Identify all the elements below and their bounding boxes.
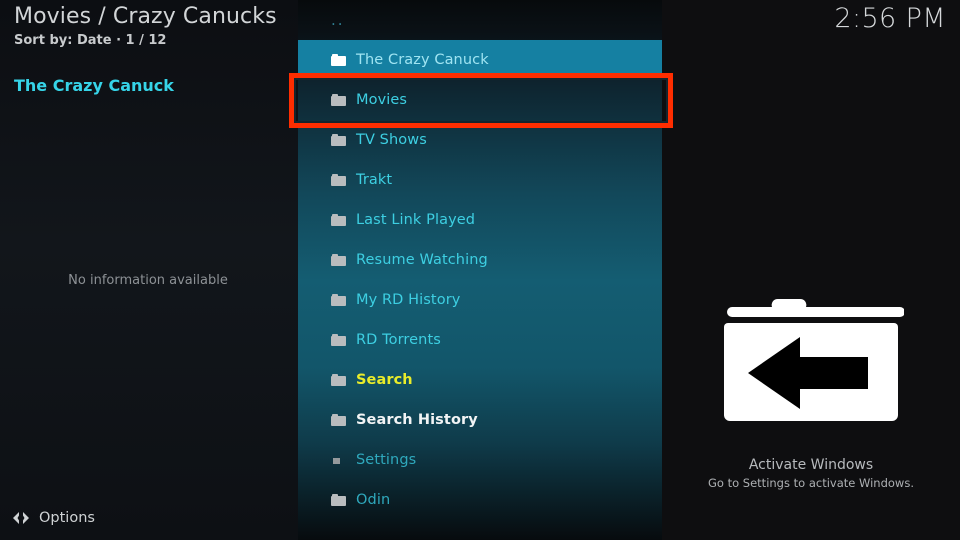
list-item-trakt[interactable]: Trakt [298,160,662,200]
file-list-panel[interactable]: .. The Crazy Canuck Movies TV Shows Trakt La… [298,0,662,540]
list-item-my-rd-history[interactable]: My RD History [298,280,662,320]
options-label: Options [39,510,95,526]
left-right-arrow-icon [12,509,30,527]
list-item-label: Odin [356,492,391,508]
watermark-title: Activate Windows [748,457,874,473]
options-button[interactable]: Options [12,508,95,528]
list-item-label: Trakt [356,172,393,188]
list-item-label: Search History [356,412,478,428]
breadcrumb-header: Movies / Crazy Canucks Sort by: Date · 1… [14,3,277,49]
list-item-odin[interactable]: Odin [298,480,662,520]
folder-icon [331,294,346,306]
list-item-label: Last Link Played [356,212,476,228]
list-item-label: Settings [356,452,417,468]
list-item-search[interactable]: Search [298,360,662,400]
folder-back-icon [718,285,904,425]
folder-icon [331,334,346,346]
list-item-label: TV Shows [356,132,427,148]
folder-icon [331,134,346,146]
clock: 2:56 PM [834,3,946,34]
folder-icon [331,214,346,226]
list-item-label: Search [356,372,413,388]
kodi-file-browser-screen: Movies / Crazy Canucks Sort by: Date · 1… [0,0,960,540]
folder-icon [331,414,346,426]
list-item-resume-watching[interactable]: Resume Watching [298,240,662,280]
selected-item-title: The Crazy Canuck [14,76,174,95]
list-item-tv-shows[interactable]: TV Shows [298,120,662,160]
folder-icon [331,374,346,386]
list-item-label: Movies [356,92,408,108]
no-information-text: No information available [68,273,228,288]
list-item-label: My RD History [356,292,461,308]
file-list: .. The Crazy Canuck Movies TV Shows Trakt La… [298,0,662,520]
folder-icon [331,54,346,66]
list-item-label: The Crazy Canuck [356,52,489,68]
folder-icon [331,94,346,106]
list-item-last-link-played[interactable]: Last Link Played [298,200,662,240]
list-item-label: Resume Watching [356,252,488,268]
list-item-search-history[interactable]: Search History [298,400,662,440]
list-item-rd-torrents[interactable]: RD Torrents [298,320,662,360]
page-title: Movies / Crazy Canucks [14,4,277,29]
list-item-movies[interactable]: Movies [298,80,662,120]
square-icon [331,454,346,466]
list-item-the-crazy-canuck[interactable]: The Crazy Canuck [298,40,662,80]
list-item-parent-directory[interactable]: .. [298,0,662,40]
windows-activation-watermark: Activate Windows Go to Settings to activ… [662,455,960,491]
folder-icon [331,254,346,266]
watermark-subtitle: Go to Settings to activate Windows. [708,476,914,490]
folder-icon [331,174,346,186]
sort-info: Sort by: Date · 1 / 12 [14,33,167,48]
list-item-label: RD Torrents [356,332,441,348]
parent-directory-label: .. [331,11,345,29]
folder-icon [331,494,346,506]
list-item-settings[interactable]: Settings [298,440,662,480]
